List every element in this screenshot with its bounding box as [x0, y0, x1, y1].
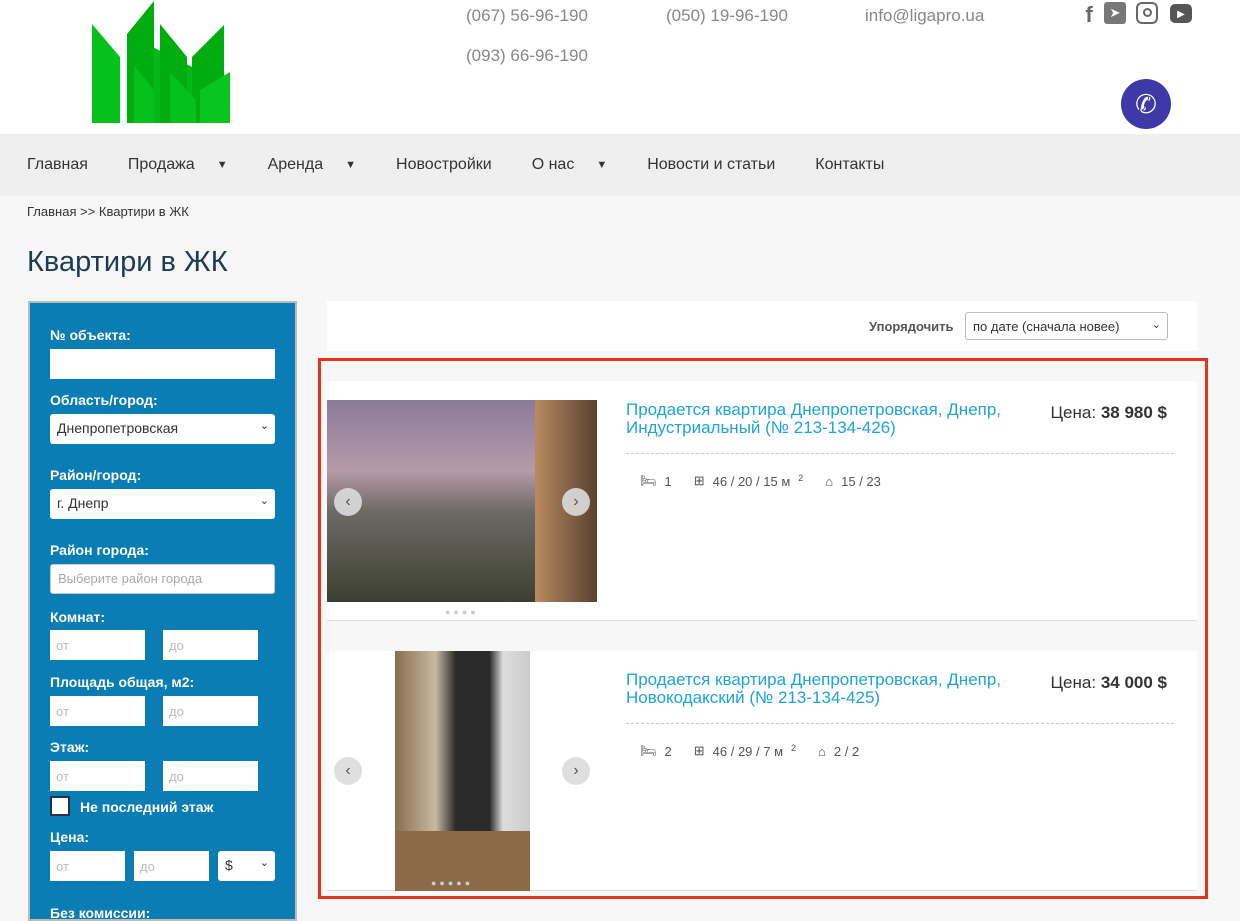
main-nav: Главная Продажа ▼ Аренда ▼ Новостройки О н…: [0, 134, 1240, 196]
district-select[interactable]: г. Днепр ⌄: [50, 489, 275, 519]
breadcrumb-sep: >>: [80, 204, 96, 219]
region-value: Днепропетровская: [57, 420, 179, 436]
nav-label: Контакты: [815, 156, 885, 173]
sort-label: Упорядочить: [869, 319, 954, 334]
city-district-input[interactable]: Выберите район города: [50, 564, 275, 594]
chevron-down-icon: ▼: [345, 159, 357, 171]
phone-2[interactable]: (050) 19-96-190: [666, 6, 788, 26]
object-no-label: № объекта:: [50, 327, 131, 343]
nav-label: Новостройки: [396, 156, 492, 173]
floor-to[interactable]: до: [163, 761, 258, 791]
page-title: Квартири в ЖК: [27, 246, 228, 278]
region-label: Область/город:: [50, 392, 158, 408]
filter-sidebar: № объекта: Область/город: Днепропетровск…: [28, 301, 297, 921]
chevron-down-icon: ⌄: [259, 857, 269, 869]
nav-label: Продажа: [127, 156, 195, 173]
price-label: Цена:: [50, 829, 90, 845]
floor-label: Этаж:: [50, 739, 90, 755]
nav-label: Аренда: [267, 156, 324, 173]
header: (067) 56-96-190 (050) 19-96-190 (093) 66…: [0, 0, 1240, 134]
nav-label: Главная: [27, 156, 88, 173]
price-from[interactable]: от: [50, 851, 125, 881]
region-select[interactable]: Днепропетровская ⌄: [50, 414, 275, 444]
nav-home[interactable]: Главная: [27, 156, 88, 174]
sort-value: по дате (сначала новее): [973, 319, 1120, 334]
city-district-label: Район города:: [50, 542, 149, 558]
sort-bar: Упорядочить по дате (сначала новее) ⌄: [327, 301, 1197, 351]
not-last-floor-checkbox[interactable]: [50, 796, 70, 816]
chevron-down-icon: ⌄: [259, 495, 269, 507]
currency-select[interactable]: $ ⌄: [218, 851, 275, 881]
logo[interactable]: [90, 0, 265, 130]
district-value: г. Днепр: [57, 495, 109, 511]
nav-new-buildings[interactable]: Новостройки: [396, 156, 492, 174]
chevron-down-icon: ⌄: [1151, 319, 1161, 331]
instagram-icon[interactable]: [1136, 2, 1158, 24]
highlight-box: [318, 358, 1208, 899]
no-commission-label: Без комиссии:: [50, 905, 151, 921]
nav-label: Новости и статьи: [647, 156, 776, 173]
nav-contacts[interactable]: Контакты: [815, 156, 884, 174]
rooms-from[interactable]: от: [50, 630, 145, 660]
breadcrumb-home[interactable]: Главная: [27, 204, 76, 219]
chevron-down-icon: ▼: [596, 159, 608, 171]
chevron-down-icon: ⌄: [259, 420, 269, 432]
nav-rent[interactable]: Аренда ▼: [268, 156, 356, 174]
breadcrumb-current: Квартири в ЖК: [98, 204, 189, 219]
phone-1[interactable]: (067) 56-96-190: [466, 6, 588, 26]
area-to[interactable]: до: [163, 696, 258, 726]
nav-label: О нас: [531, 156, 575, 173]
rooms-label: Комнат:: [50, 609, 106, 625]
district-label: Район/город:: [50, 467, 142, 483]
nav-sale[interactable]: Продажа ▼: [128, 156, 228, 174]
object-no-input[interactable]: [50, 349, 275, 379]
telegram-icon[interactable]: ➤: [1104, 2, 1126, 24]
youtube-icon[interactable]: ▶: [1170, 4, 1192, 23]
phone-3[interactable]: (093) 66-96-190: [466, 46, 588, 66]
facebook-icon[interactable]: f: [1078, 2, 1100, 27]
email-link[interactable]: info@ligapro.ua: [865, 6, 984, 26]
nav-news[interactable]: Новости и статьи: [647, 156, 775, 174]
area-label: Площадь общая, м2:: [50, 674, 195, 690]
nav-about[interactable]: О нас ▼: [532, 156, 608, 174]
not-last-floor-label: Не последний этаж: [80, 799, 214, 815]
price-to[interactable]: до: [134, 851, 209, 881]
call-button[interactable]: ✆: [1121, 79, 1171, 129]
area-from[interactable]: от: [50, 696, 145, 726]
rooms-to[interactable]: до: [163, 630, 258, 660]
floor-from[interactable]: от: [50, 761, 145, 791]
currency-value: $: [225, 857, 233, 873]
chevron-down-icon: ▼: [216, 159, 228, 171]
breadcrumb: Главная >> Квартири в ЖК: [27, 204, 189, 219]
sort-select[interactable]: по дате (сначала новее) ⌄: [965, 312, 1168, 340]
